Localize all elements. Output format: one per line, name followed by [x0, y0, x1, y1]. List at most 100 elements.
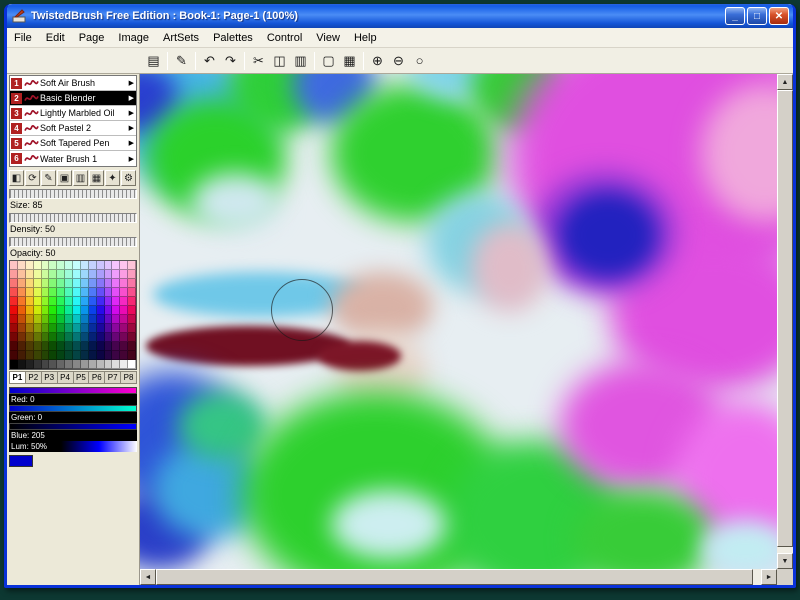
palette-cell[interactable] [112, 279, 121, 288]
palette-cell[interactable] [41, 306, 50, 315]
palette-cell[interactable] [17, 288, 26, 297]
menu-edit[interactable]: Edit [39, 30, 72, 46]
palette-cell[interactable] [10, 324, 18, 333]
menu-control[interactable]: Control [260, 30, 309, 46]
palette-cell[interactable] [112, 360, 121, 369]
palette-cell[interactable] [10, 270, 18, 279]
palette-cell[interactable] [41, 324, 50, 333]
palette-cell[interactable] [96, 306, 105, 315]
palette-cell[interactable] [49, 261, 58, 270]
palette-cell[interactable] [80, 270, 89, 279]
palette-cell[interactable] [65, 351, 73, 360]
palette-cell[interactable] [17, 324, 26, 333]
palette-cell[interactable] [104, 261, 113, 270]
palette-tab-p1[interactable]: P1 [9, 371, 26, 384]
palette-cell[interactable] [25, 288, 34, 297]
palette-cell[interactable] [88, 333, 97, 342]
palette-cell[interactable] [112, 297, 121, 306]
palette-cell[interactable] [33, 306, 42, 315]
palette-cell[interactable] [41, 270, 50, 279]
menu-help[interactable]: Help [347, 30, 384, 46]
copy-icon[interactable]: ◫ [269, 50, 290, 71]
palette-cell[interactable] [73, 360, 81, 369]
palette-cell[interactable] [10, 306, 18, 315]
palette-cell[interactable] [33, 288, 42, 297]
palette-cell[interactable] [17, 315, 26, 324]
palette-cell[interactable] [41, 288, 50, 297]
palette-cell[interactable] [73, 261, 81, 270]
palette-cell[interactable] [57, 351, 66, 360]
palette-cell[interactable] [112, 333, 121, 342]
palette-cell[interactable] [73, 270, 81, 279]
palette-tab-p4[interactable]: P4 [57, 371, 74, 384]
palette-cell[interactable] [17, 270, 26, 279]
brush-slot-2-selected[interactable]: 2 Basic Blender ▶ [10, 91, 136, 106]
palette-cell[interactable] [104, 333, 113, 342]
paint-canvas[interactable] [140, 74, 777, 569]
palette-cell[interactable] [88, 324, 97, 333]
palette-cell[interactable] [33, 333, 42, 342]
palette-cell[interactable] [33, 360, 42, 369]
pen-icon[interactable]: ✎ [171, 50, 192, 71]
palette-cell[interactable] [25, 261, 34, 270]
palette-cell[interactable] [49, 333, 58, 342]
palette-cell[interactable] [49, 270, 58, 279]
palette-cell[interactable] [49, 342, 58, 351]
palette-cell[interactable] [49, 351, 58, 360]
palette-cell[interactable] [104, 324, 113, 333]
palette-cell[interactable] [80, 351, 89, 360]
brush-box-icon[interactable]: ◧ [9, 170, 24, 186]
palette-cell[interactable] [25, 351, 34, 360]
palette-cell[interactable] [120, 315, 129, 324]
palette-cell[interactable] [10, 351, 18, 360]
blue-channel-bar[interactable] [9, 423, 137, 430]
palette-cell[interactable] [10, 279, 18, 288]
palette-cell[interactable] [49, 279, 58, 288]
palette-cell[interactable] [10, 315, 18, 324]
palette-cell[interactable] [17, 297, 26, 306]
palette-cell[interactable] [128, 261, 136, 270]
palette-cell[interactable] [96, 270, 105, 279]
redo-icon[interactable]: ↷ [220, 50, 241, 71]
zoom-tool-icon[interactable]: ○ [409, 50, 430, 71]
palette-tab-p6[interactable]: P6 [89, 371, 106, 384]
palette-cell[interactable] [96, 360, 105, 369]
palette-cell[interactable] [73, 324, 81, 333]
arrow-right-icon[interactable]: ▶ [129, 94, 136, 102]
cut-icon[interactable]: ✂ [248, 50, 269, 71]
palette-cell[interactable] [88, 261, 97, 270]
mixer-icon[interactable]: ▦ [89, 170, 104, 186]
save-icon[interactable]: ▤ [143, 50, 164, 71]
palette-cell[interactable] [25, 315, 34, 324]
gear-icon[interactable]: ⚙ [121, 170, 136, 186]
palette-cell[interactable] [73, 351, 81, 360]
zoom-out-icon[interactable]: ⊖ [388, 50, 409, 71]
palette-cell[interactable] [49, 288, 58, 297]
palette-cell[interactable] [25, 324, 34, 333]
palette-cell[interactable] [80, 360, 89, 369]
palette-cell[interactable] [73, 342, 81, 351]
palette-cell[interactable] [65, 315, 73, 324]
palette-cell[interactable] [25, 333, 34, 342]
palette-cell[interactable] [120, 261, 129, 270]
green-channel-bar[interactable] [9, 405, 137, 412]
scroll-right-icon[interactable]: ► [761, 569, 777, 585]
palette-cell[interactable] [96, 315, 105, 324]
brush-slot-5[interactable]: 5 Soft Tapered Pen ▶ [10, 136, 136, 151]
palette-cell[interactable] [57, 342, 66, 351]
palette-cell[interactable] [33, 261, 42, 270]
palette-cell[interactable] [104, 351, 113, 360]
palette-cell[interactable] [49, 360, 58, 369]
arrow-right-icon[interactable]: ▶ [129, 109, 136, 117]
palette-cell[interactable] [96, 297, 105, 306]
palette-cell[interactable] [10, 342, 18, 351]
palette-cell[interactable] [57, 270, 66, 279]
palette-cell[interactable] [41, 351, 50, 360]
palette-cell[interactable] [25, 279, 34, 288]
palette-cell[interactable] [96, 342, 105, 351]
palette-cell[interactable] [104, 315, 113, 324]
rotate-icon[interactable]: ⟳ [25, 170, 40, 186]
palette-cell[interactable] [17, 306, 26, 315]
palette-cell[interactable] [17, 279, 26, 288]
palette-cell[interactable] [104, 288, 113, 297]
